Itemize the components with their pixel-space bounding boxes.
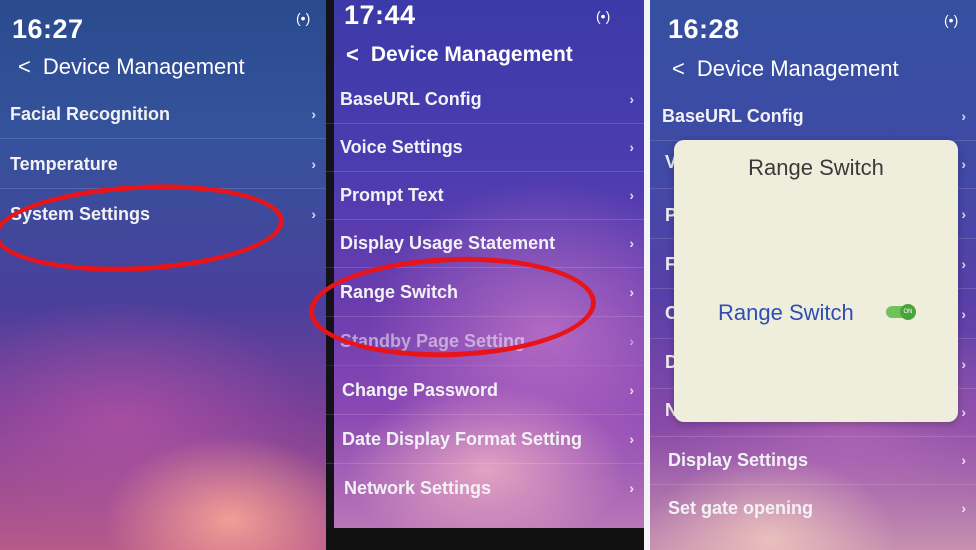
back-arrow-icon[interactable]: < (346, 42, 359, 68)
chevron-right-icon: › (961, 206, 966, 222)
dialog-title: Range Switch (748, 155, 884, 180)
menu-item-label: Voice Settings (340, 136, 463, 157)
menu-item-baseurl-config[interactable]: BaseURL Config › (326, 75, 644, 124)
menu-item-label: Change Password (342, 379, 499, 400)
menu-item-label: Set gate opening (668, 497, 814, 518)
page-title: Device Management (696, 56, 899, 81)
chevron-right-icon: › (629, 431, 634, 447)
range-switch-toggle[interactable]: ON (886, 304, 916, 320)
chevron-right-icon: › (961, 404, 966, 420)
chevron-right-icon: › (961, 256, 966, 272)
status-time: 17:44 (344, 0, 416, 30)
menu-item-system-settings[interactable]: System Settings › (0, 190, 326, 238)
back-arrow-icon[interactable]: < (672, 56, 685, 82)
chevron-right-icon: › (961, 500, 966, 516)
menu-item-set-gate-opening[interactable]: Set gate opening › (650, 484, 976, 532)
menu-item-label: Network Settings (344, 477, 492, 498)
menu-item-label: Range Switch (340, 281, 459, 302)
menu-item-label: Date Display Format Setting (342, 428, 583, 449)
menu-item-label: System Settings (10, 203, 151, 224)
wifi-icon: (•) (596, 8, 611, 24)
screen-1: 16:27 (•) < Device Management Facial Rec… (0, 0, 326, 550)
wifi-icon: (•) (944, 12, 959, 28)
menu-item-temperature[interactable]: Temperature › (0, 140, 326, 189)
page-header[interactable]: < Device Management (672, 56, 899, 82)
chevron-right-icon: › (629, 139, 634, 155)
menu-item-label: Standby Page Setting (340, 330, 526, 351)
chevron-right-icon: › (961, 306, 966, 322)
menu-item-facial-recognition[interactable]: Facial Recognition › (0, 90, 326, 139)
chevron-right-icon: › (961, 452, 966, 468)
chevron-right-icon: › (629, 235, 634, 251)
menu-item-label: Prompt Text (340, 184, 444, 205)
page-title: Device Management (370, 43, 573, 66)
menu-item-label: Display Usage Statement (340, 232, 556, 253)
device-bezel (326, 528, 644, 550)
chevron-right-icon: › (961, 156, 966, 172)
menu-item-baseurl-config[interactable]: BaseURL Config › (650, 92, 976, 141)
chevron-right-icon: › (629, 187, 634, 203)
menu-item-date-display-format[interactable]: Date Display Format Setting › (326, 415, 644, 464)
range-switch-dialog: Range Switch Range Switch ON (674, 140, 958, 422)
chevron-right-icon: › (629, 382, 634, 398)
chevron-right-icon: › (629, 284, 634, 300)
chevron-right-icon: › (311, 156, 316, 172)
screen-2: 17:44 (•) < Device Management BaseURL Co… (326, 0, 644, 550)
menu-item-label: Display Settings (668, 449, 809, 470)
menu-item-range-switch[interactable]: Range Switch › (326, 268, 644, 317)
page-header[interactable]: < Device Management (346, 42, 573, 68)
chevron-right-icon: › (961, 108, 966, 124)
page-header[interactable]: < Device Management (18, 54, 245, 80)
back-arrow-icon[interactable]: < (18, 54, 31, 80)
wifi-icon: (•) (296, 10, 311, 26)
menu-item-display-settings[interactable]: Display Settings › (650, 436, 976, 485)
toggle-knob: ON (900, 304, 916, 320)
menu-item-network-settings[interactable]: Network Settings › (326, 464, 644, 512)
menu-item-voice-settings[interactable]: Voice Settings › (326, 123, 644, 172)
chevron-right-icon: › (629, 480, 634, 496)
menu-item-prompt-text[interactable]: Prompt Text › (326, 171, 644, 220)
chevron-right-icon: › (961, 356, 966, 372)
chevron-right-icon: › (311, 206, 316, 222)
menu-item-label: Temperature (10, 153, 118, 174)
page-title: Device Management (42, 54, 245, 79)
status-time: 16:28 (668, 14, 740, 44)
menu-item-label: BaseURL Config (662, 105, 804, 126)
menu-item-standby-page-setting[interactable]: Standby Page Setting › (326, 317, 644, 366)
chevron-right-icon: › (311, 106, 316, 122)
chevron-right-icon: › (629, 333, 634, 349)
range-switch-label: Range Switch (718, 300, 854, 325)
menu-item-label: BaseURL Config (340, 88, 482, 109)
menu-item-change-password[interactable]: Change Password › (326, 366, 644, 415)
menu-item-display-usage-statement[interactable]: Display Usage Statement › (326, 219, 644, 268)
chevron-right-icon: › (629, 91, 634, 107)
menu-item-label: Facial Recognition (10, 103, 171, 124)
status-time: 16:27 (12, 14, 84, 44)
